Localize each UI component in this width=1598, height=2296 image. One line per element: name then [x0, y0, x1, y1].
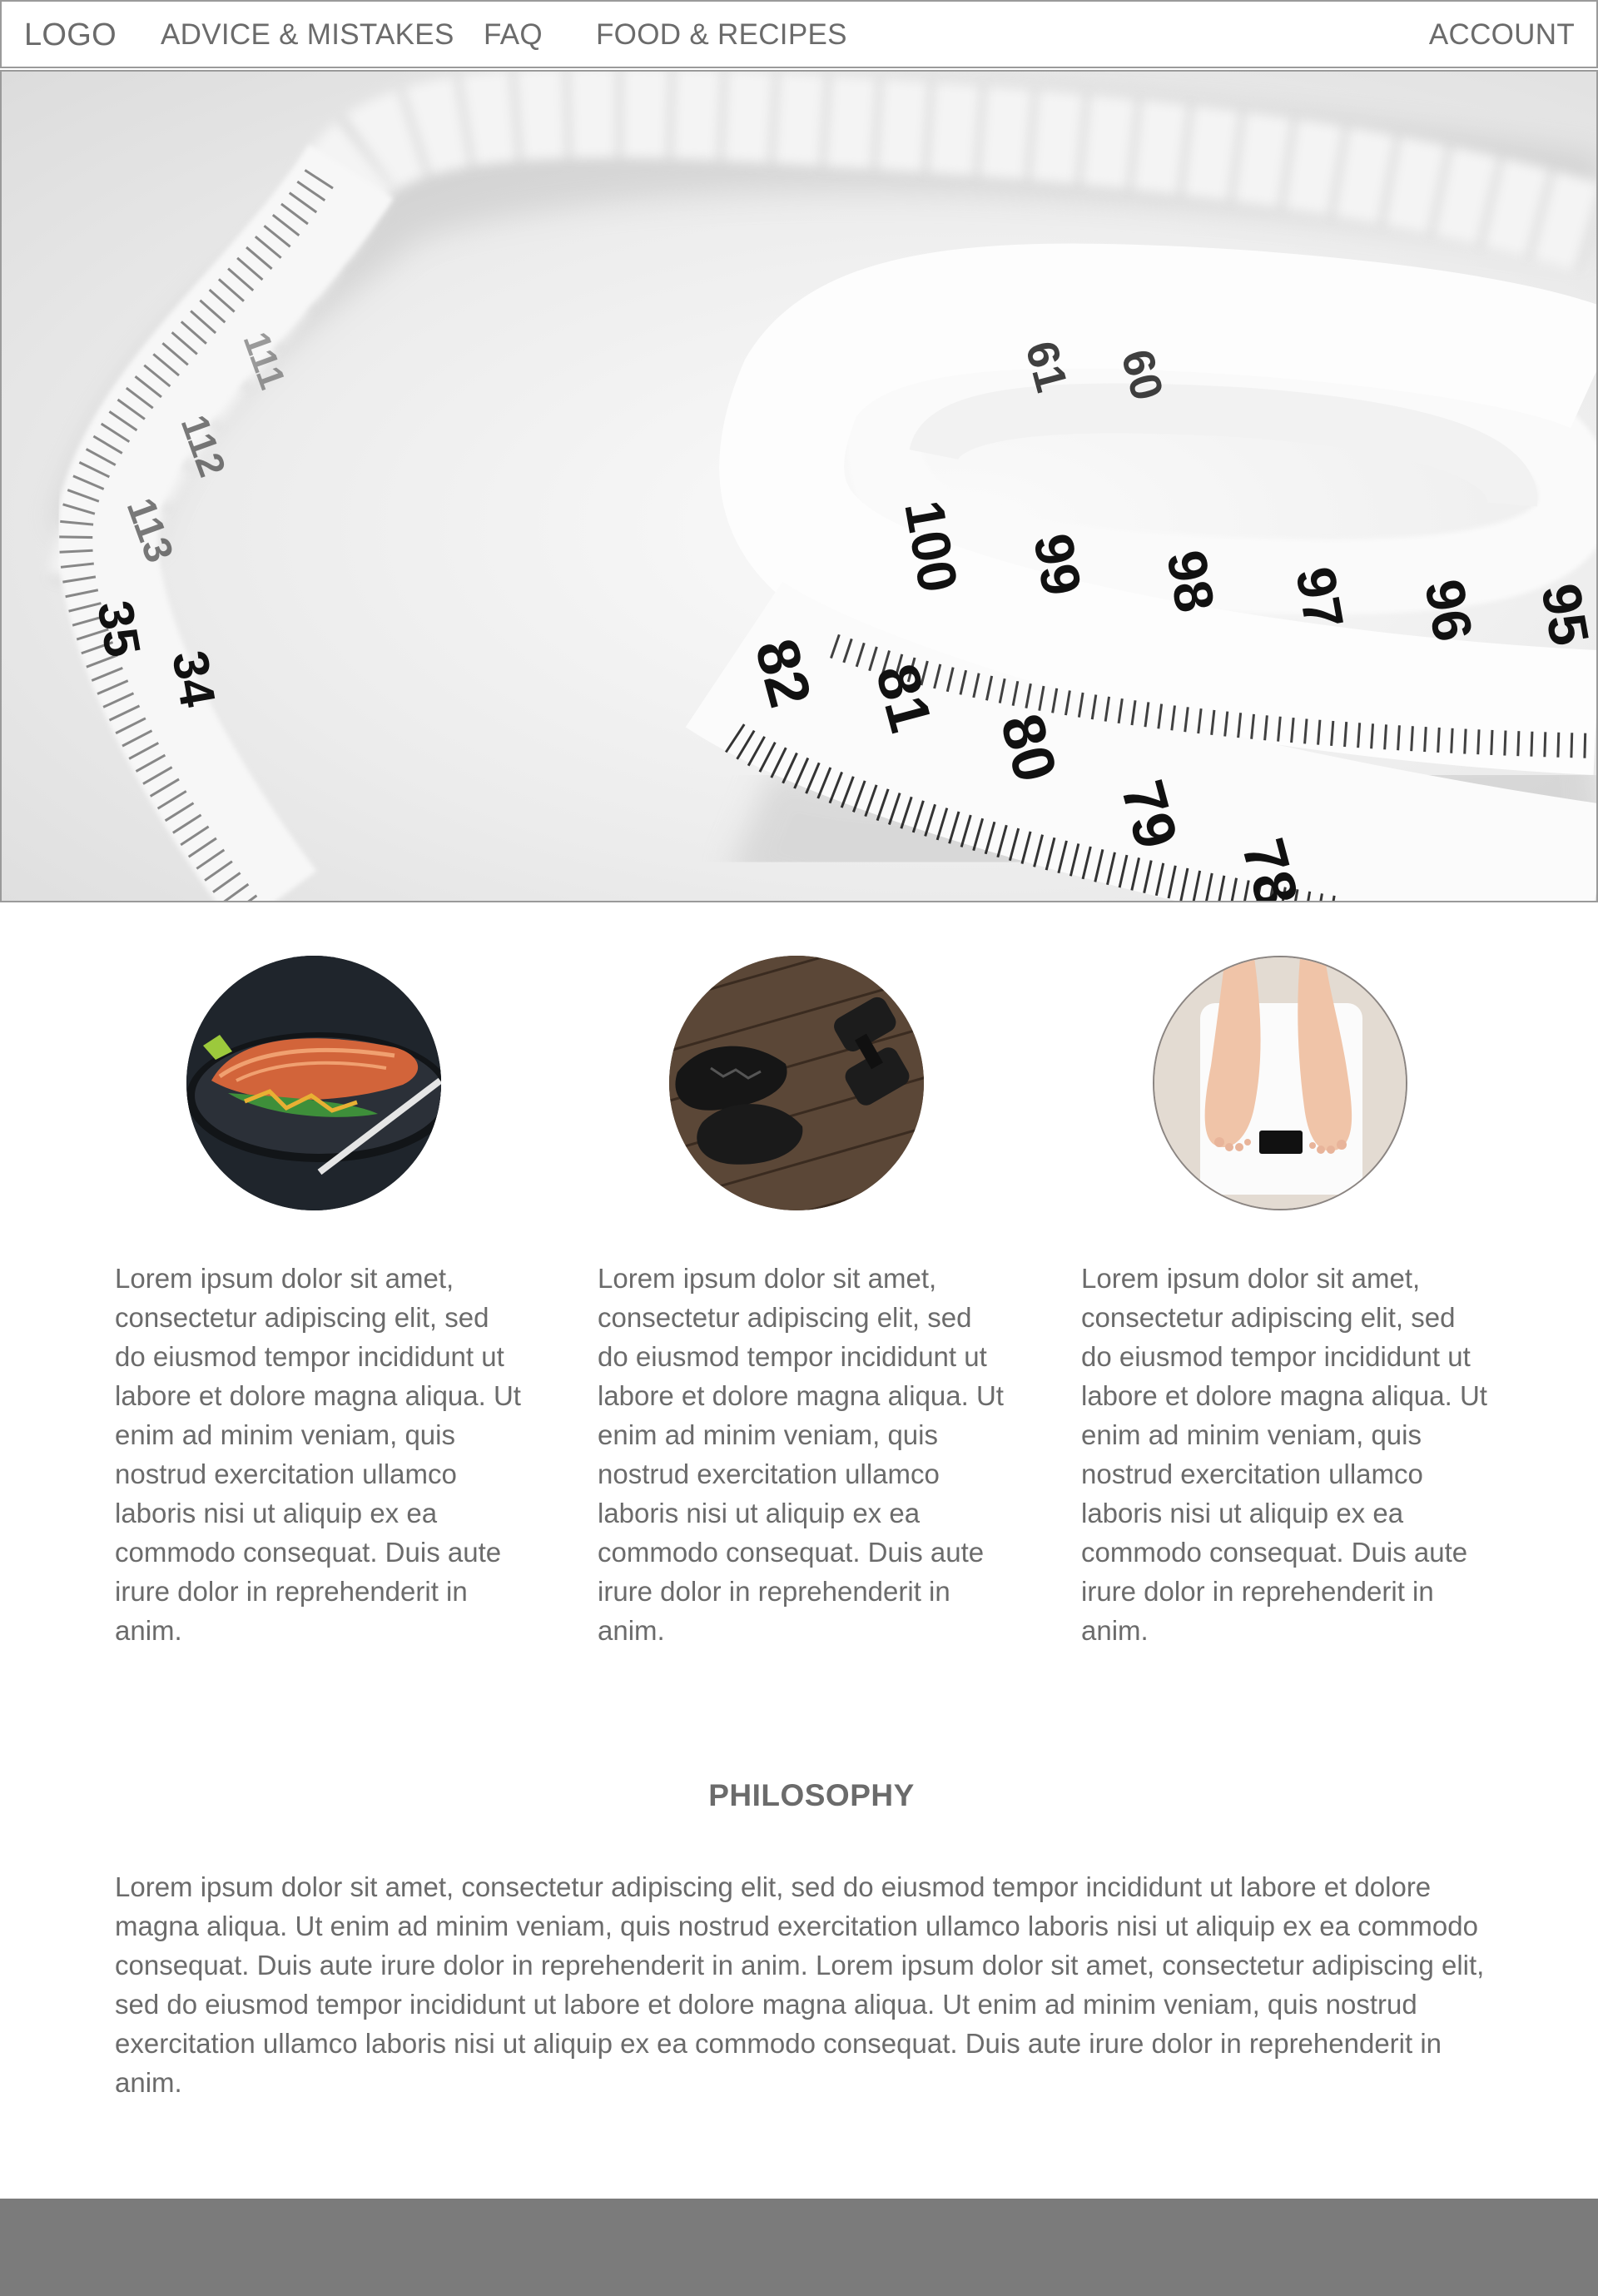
svg-text:97: 97: [1284, 563, 1356, 634]
sneakers-dumbbells-image: [669, 956, 924, 1210]
hero-measuring-tape-image: 113 112 111 35 34 82 81 80 79 78 100 99 …: [0, 70, 1598, 902]
svg-text:99: 99: [1022, 529, 1094, 600]
nav-item-advice-mistakes[interactable]: ADVICE & MISTAKES: [161, 17, 454, 53]
footer-bar: [0, 2199, 1598, 2296]
feature-text: Lorem ipsum dolor sit amet, consectetur …: [115, 1263, 521, 1646]
philosophy-text: Lorem ipsum dolor sit amet, consectetur …: [115, 1871, 1485, 2098]
svg-text:35: 35: [87, 597, 151, 661]
account-link[interactable]: ACCOUNT: [1429, 17, 1575, 53]
feature-text: Lorem ipsum dolor sit amet, consectetur …: [1081, 1263, 1487, 1646]
svg-text:34: 34: [161, 647, 226, 712]
nav-item-faq[interactable]: FAQ: [484, 17, 543, 53]
nav-item-food-recipes[interactable]: FOOD & RECIPES: [596, 17, 847, 53]
svg-text:96: 96: [1413, 575, 1485, 646]
top-navigation: LOGO ADVICE & MISTAKES FAQ FOOD & RECIPE…: [0, 0, 1598, 68]
feature-text: Lorem ipsum dolor sit amet, consectetur …: [598, 1263, 1004, 1646]
svg-text:95: 95: [1530, 579, 1596, 650]
philosophy-heading: PHILOSOPHY: [708, 1778, 915, 1812]
measuring-tape-illustration: 113 112 111 35 34 82 81 80 79 78 100 99 …: [48, 72, 1596, 901]
salmon-dish-image: [186, 956, 441, 1210]
logo-link[interactable]: LOGO: [24, 17, 117, 53]
feet-on-scale-image: [1153, 956, 1407, 1210]
svg-text:98: 98: [1155, 546, 1227, 617]
